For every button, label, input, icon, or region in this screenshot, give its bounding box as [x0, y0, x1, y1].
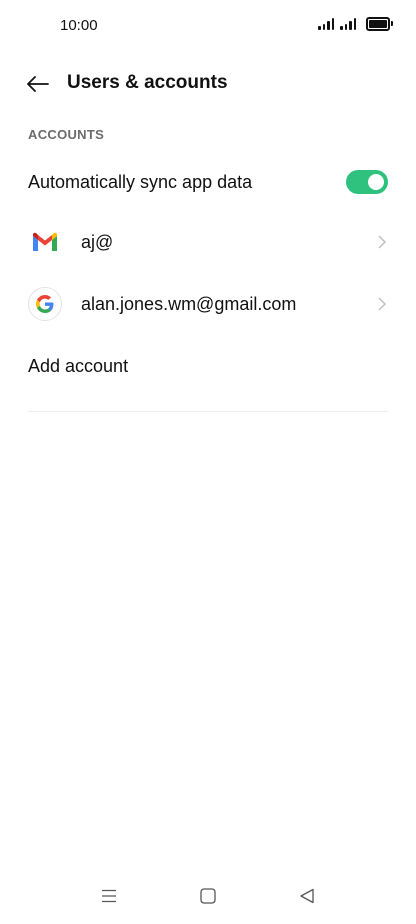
nav-home-button[interactable] — [193, 882, 223, 910]
back-triangle-icon — [300, 888, 314, 904]
signal-icon — [340, 18, 356, 30]
toggle-knob — [368, 174, 384, 190]
sync-row[interactable]: Automatically sync app data — [0, 158, 416, 206]
sync-toggle[interactable] — [346, 170, 388, 194]
add-account-label: Add account — [28, 355, 129, 376]
account-label: aj@ — [81, 231, 114, 252]
page-title: Users & accounts — [67, 72, 228, 93]
account-label: alan.jones.wm@gmail.com — [81, 293, 297, 314]
menu-icon — [102, 889, 116, 903]
home-icon — [200, 888, 216, 904]
arrow-left-icon — [27, 76, 49, 92]
chevron-right-icon — [376, 296, 388, 312]
section-title: ACCOUNTS — [28, 127, 105, 142]
add-account-row[interactable]: Add account — [0, 343, 416, 389]
status-bar: 10:00 — [0, 0, 416, 52]
back-button[interactable] — [20, 66, 56, 102]
nav-bar — [0, 868, 416, 924]
header: Users & accounts — [0, 62, 416, 106]
nav-menu-button[interactable] — [94, 882, 124, 910]
divider — [28, 411, 388, 412]
signal-icon — [318, 18, 334, 30]
account-row-gmail[interactable]: aj@ — [0, 212, 416, 272]
google-icon — [28, 287, 62, 321]
status-icons — [318, 17, 393, 31]
battery-icon — [366, 17, 393, 31]
screen: 10:00 Users & accounts ACCOUNTS Automati… — [0, 0, 416, 924]
status-time: 10:00 — [60, 17, 98, 34]
nav-back-button[interactable] — [292, 882, 322, 910]
sync-label: Automatically sync app data — [28, 171, 253, 192]
gmail-icon — [28, 225, 62, 259]
account-row-google[interactable]: alan.jones.wm@gmail.com — [0, 274, 416, 334]
chevron-right-icon — [376, 234, 388, 250]
